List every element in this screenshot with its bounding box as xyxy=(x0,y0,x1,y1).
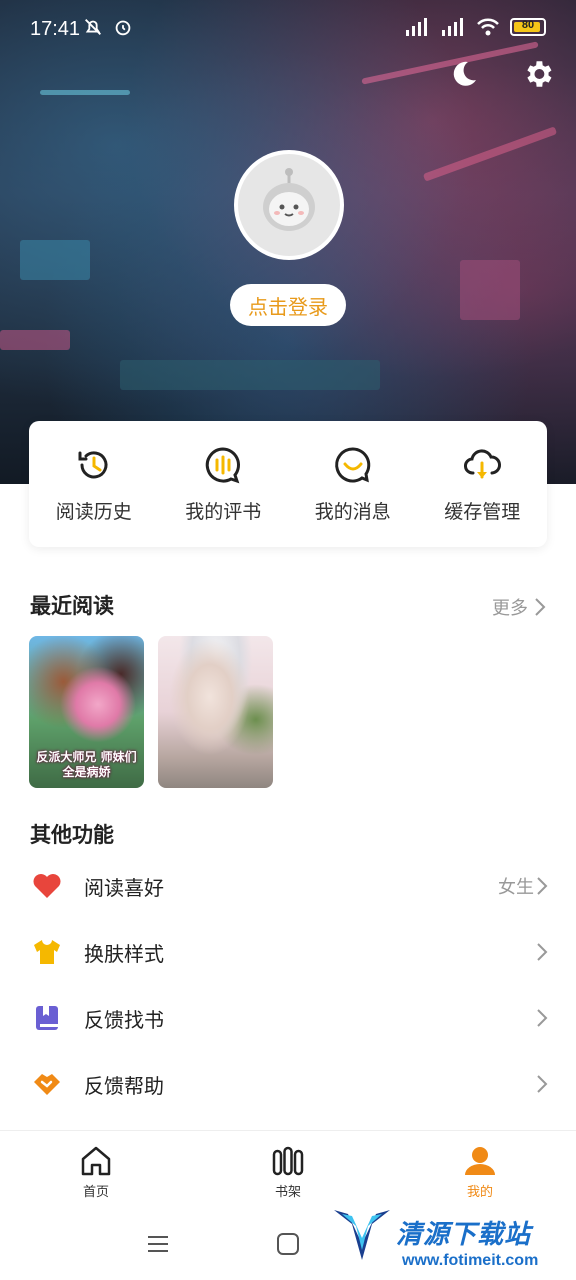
chevron-right-icon xyxy=(537,877,548,895)
quick-action-label: 我的评书 xyxy=(185,500,262,523)
handshake-icon xyxy=(32,1069,62,1099)
quick-action-my-reviews[interactable]: 我的评书 xyxy=(163,445,283,524)
book-cover[interactable]: 反派大师兄 师妹们全是病娇 xyxy=(29,636,144,788)
wifi-icon xyxy=(477,18,499,36)
heart-icon xyxy=(32,871,62,901)
chevron-right-icon xyxy=(537,943,548,961)
battery-indicator: 80 xyxy=(510,18,546,36)
book-cover[interactable] xyxy=(158,636,273,788)
tshirt-icon xyxy=(32,937,62,967)
bottom-navigation: 首页 书架 我的 xyxy=(0,1130,576,1206)
chevron-right-icon xyxy=(537,1009,548,1027)
function-item-reading-preference[interactable]: 阅读喜好 女生 xyxy=(0,853,576,919)
quick-action-label: 阅读历史 xyxy=(55,500,132,523)
chevron-right-icon xyxy=(537,1075,548,1093)
book-icon xyxy=(32,1003,62,1033)
decor-streak xyxy=(40,90,130,95)
message-icon xyxy=(334,446,371,482)
night-mode-button[interactable] xyxy=(446,56,482,92)
quick-action-reading-history[interactable]: 阅读历史 xyxy=(34,445,154,524)
battery-level: 80 xyxy=(521,19,535,31)
status-bar: 17:41 80 xyxy=(0,0,576,60)
function-item-feedback-find-book[interactable]: 反馈找书 xyxy=(0,985,576,1051)
function-label: 阅读喜好 xyxy=(84,875,164,900)
moon-icon xyxy=(453,61,476,86)
cloud-download-icon xyxy=(464,448,502,478)
quick-actions-card: 阅读历史 我的评书 我的消息 缓存管理 xyxy=(29,421,547,547)
other-functions-title: 其他功能 xyxy=(30,823,114,847)
watermark-title: 清源下载站 xyxy=(396,1220,532,1250)
avatar[interactable] xyxy=(234,150,344,260)
function-value: 女生 xyxy=(498,877,534,898)
user-icon xyxy=(465,1147,495,1175)
bookshelf-icon xyxy=(272,1146,304,1176)
watermark-emblem-icon xyxy=(334,1210,390,1260)
quick-action-cache-manage[interactable]: 缓存管理 xyxy=(422,445,542,524)
recent-reading-title: 最近阅读 xyxy=(30,594,114,618)
more-label: 更多 xyxy=(492,598,528,619)
nav-tab-mine[interactable]: 我的 xyxy=(384,1131,576,1206)
home-square-icon[interactable] xyxy=(274,1230,302,1258)
decor-streak xyxy=(422,126,558,182)
decor-streak xyxy=(20,240,90,280)
status-right-icons: 80 xyxy=(404,16,546,38)
function-item-feedback-help[interactable]: 反馈帮助 xyxy=(0,1051,576,1117)
home-icon xyxy=(81,1146,111,1176)
default-avatar xyxy=(238,154,340,256)
robot-avatar-icon xyxy=(263,168,315,231)
signal-icon xyxy=(406,18,427,36)
book-cover-title: 反派大师兄 师妹们全是病娇 xyxy=(36,750,137,779)
history-icon xyxy=(78,450,108,478)
nav-label: 我的 xyxy=(466,1185,493,1200)
login-button[interactable]: 点击登录 xyxy=(230,284,346,326)
nav-label: 书架 xyxy=(274,1185,301,1200)
quick-action-label: 我的消息 xyxy=(314,500,391,523)
function-label: 换肤样式 xyxy=(84,941,164,966)
status-left-icons xyxy=(82,16,134,38)
function-label: 反馈帮助 xyxy=(84,1073,164,1098)
watermark-url: www.fotimeit.com xyxy=(402,1252,539,1269)
status-time: 17:41 xyxy=(30,18,81,40)
function-label: 反馈找书 xyxy=(84,1007,164,1032)
more-link[interactable]: 更多 xyxy=(492,594,546,620)
quick-action-my-messages[interactable]: 我的消息 xyxy=(293,445,413,524)
decor-streak xyxy=(460,260,520,320)
decor-streak xyxy=(0,330,70,350)
quick-action-label: 缓存管理 xyxy=(444,500,521,523)
menu-icon[interactable] xyxy=(144,1230,172,1258)
watermark-logo: 清源下载站 www.fotimeit.com xyxy=(330,1200,576,1280)
chevron-right-icon xyxy=(535,598,546,616)
comment-book-icon xyxy=(206,446,241,483)
nav-label: 首页 xyxy=(82,1185,109,1200)
settings-button[interactable] xyxy=(520,56,556,92)
alarm-icon xyxy=(115,20,131,36)
nav-tab-home[interactable]: 首页 xyxy=(0,1131,192,1206)
decor-streak xyxy=(120,360,380,390)
signal-icon-2 xyxy=(442,18,463,36)
mute-bell-icon xyxy=(85,19,101,35)
function-item-skin-style[interactable]: 换肤样式 xyxy=(0,919,576,985)
nav-tab-bookshelf[interactable]: 书架 xyxy=(192,1131,384,1206)
recent-books-list: 反派大师兄 师妹们全是病娇 xyxy=(29,636,273,788)
gear-icon xyxy=(527,61,552,87)
header-actions xyxy=(446,56,556,92)
